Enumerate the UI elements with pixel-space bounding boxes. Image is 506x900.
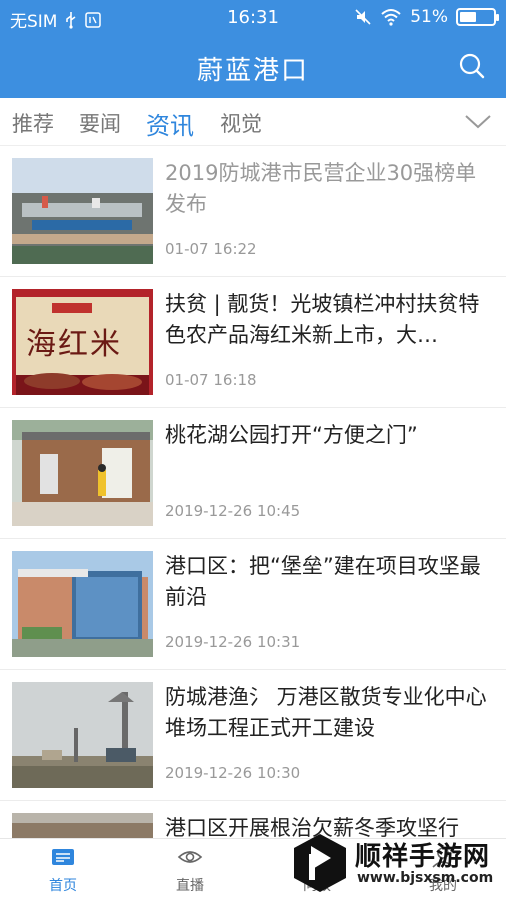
article-thumbnail [12, 813, 153, 839]
article-title: 桃花湖公园打开“方便之门” [165, 423, 418, 447]
article-title: 防城港渔氵 万港区散货专业化中心堆场工程正式开工建设 [165, 685, 487, 740]
article-thumbnail: 海红米 [12, 289, 153, 395]
wifi-icon [381, 9, 401, 26]
article-thumbnail [12, 551, 153, 657]
watermark-url: www.bjsxsm.com [357, 870, 494, 886]
chevron-down-icon[interactable] [464, 110, 492, 132]
article-item[interactable]: 港口区：把“堡垒”建在项目攻坚最前沿 2019-12-26 10:31 [0, 539, 506, 670]
site-watermark: 顺祥手游网 www.bjsxsm.com [285, 828, 506, 898]
bottom-nav-live[interactable]: 直播 [145, 839, 235, 900]
app-header: 蔚蓝港口 [0, 34, 506, 98]
article-item[interactable]: 海红米 扶贫 | 靓货！光坡镇栏冲村扶贫特色农产品海红米新上市，大… 01-07… [0, 277, 506, 408]
battery-icon [456, 8, 499, 26]
article-title: 2019防城港市民营企业30强榜单发布 [165, 161, 477, 216]
article-time: 01-07 16:22 [165, 240, 257, 258]
bottom-nav-label: 首页 [49, 878, 77, 894]
tab-recommend[interactable]: 推荐 [12, 108, 54, 138]
article-title: 港口区：把“堡垒”建在项目攻坚最前沿 [165, 554, 481, 609]
article-thumbnail [12, 158, 153, 264]
watermark-logo-icon [294, 834, 346, 892]
article-thumbnail [12, 420, 153, 526]
article-title: 扶贫 | 靓货！光坡镇栏冲村扶贫特色农产品海红米新上市，大… [165, 292, 480, 347]
app-title: 蔚蓝港口 [196, 56, 309, 86]
watermark-name: 顺祥手游网 [355, 842, 491, 872]
article-item[interactable]: 2019防城港市民营企业30强榜单发布 01-07 16:22 [0, 146, 506, 277]
article-time: 2019-12-26 10:31 [165, 633, 301, 651]
battery-percent: 51% [410, 7, 448, 27]
article-item[interactable]: 防城港渔氵 万港区散货专业化中心堆场工程正式开工建设 2019-12-26 10… [0, 670, 506, 801]
article-time: 2019-12-26 10:30 [165, 764, 301, 782]
status-right: 51% [354, 7, 499, 27]
search-icon[interactable] [458, 52, 486, 80]
mute-icon [355, 9, 371, 25]
status-bar: 无SIM 16:31 51% [0, 0, 506, 34]
tab-news[interactable]: 资讯 [146, 106, 194, 141]
article-time: 2019-12-26 10:45 [165, 502, 301, 520]
bottom-nav-label: 直播 [176, 878, 204, 894]
bottom-nav-home[interactable]: 首页 [18, 839, 108, 900]
category-tabs: 推荐 要闻 资讯 视觉 [0, 98, 506, 146]
rice-label: 海红米 [26, 327, 122, 362]
tab-visual[interactable]: 视觉 [220, 108, 262, 138]
tab-headlines[interactable]: 要闻 [79, 108, 121, 138]
article-item[interactable]: 桃花湖公园打开“方便之门” 2019-12-26 10:45 [0, 408, 506, 539]
article-time: 01-07 16:18 [165, 371, 257, 389]
eye-icon [177, 851, 203, 863]
article-thumbnail [12, 682, 153, 788]
home-news-icon [52, 849, 74, 865]
